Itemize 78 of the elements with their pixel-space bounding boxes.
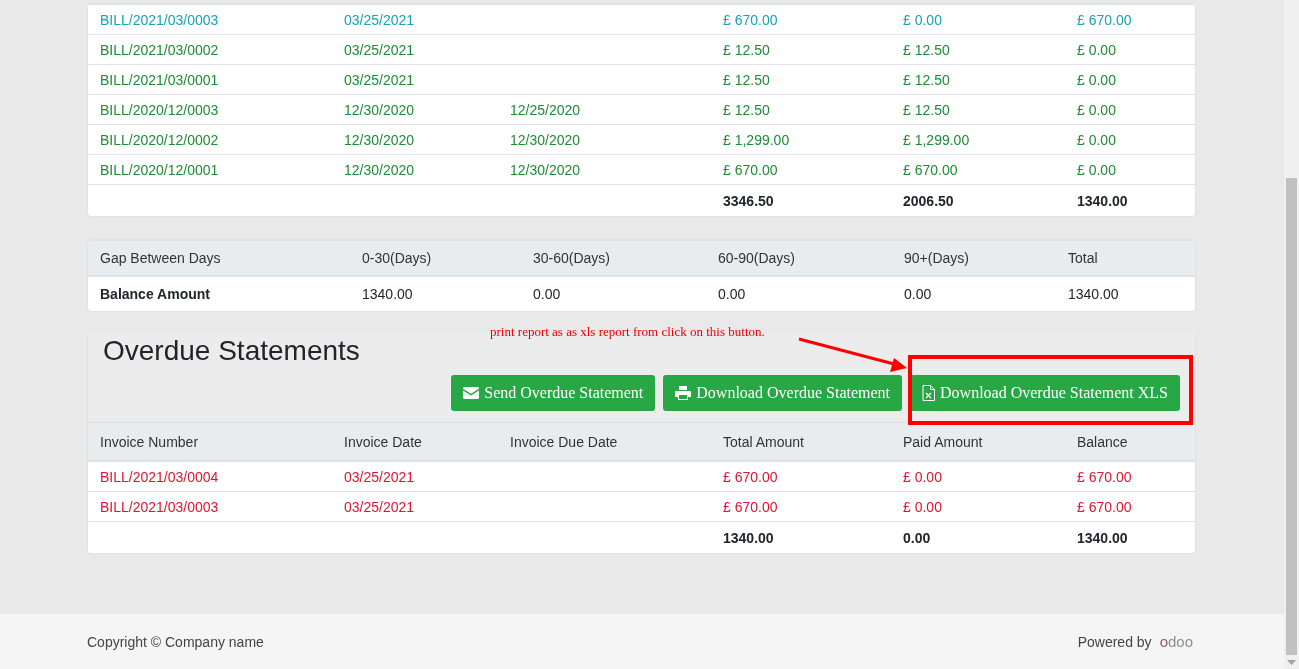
invoice-link[interactable]: BILL/2021/03/0004	[100, 468, 219, 485]
column-header: Total	[1068, 250, 1098, 266]
table-cell: £ 670.00	[723, 161, 778, 178]
xls-file-icon	[922, 385, 936, 401]
table-cell: £ 0.00	[1077, 131, 1116, 148]
column-header: Balance	[1077, 433, 1128, 450]
table-cell: 12/30/2020	[344, 131, 415, 148]
section-title: Overdue Statements	[103, 334, 360, 367]
table-cell: 12/25/2020	[510, 101, 581, 118]
column-header: 60-90(Days)	[718, 250, 796, 266]
invoice-link[interactable]: BILL/2021/03/0003	[100, 498, 219, 515]
table-cell: 1340.00	[1068, 286, 1119, 302]
table-cell: £ 670.00	[903, 161, 958, 178]
download-button[interactable]: Download Overdue Statement	[663, 375, 903, 411]
column-header: Paid Amount	[903, 433, 983, 450]
table-cell: £ 12.50	[723, 101, 770, 118]
odoo-logo[interactable]: odoo	[1159, 633, 1193, 650]
total-cell: 0.00	[903, 529, 931, 546]
table-cell: £ 12.50	[903, 71, 950, 88]
annotation-note: print report as as xls report from click on this button.	[490, 324, 765, 340]
table-cell: 0.00	[904, 286, 932, 302]
table-cell: 12/30/2020	[510, 161, 581, 178]
table-cell: £ 670.00	[1077, 11, 1132, 28]
powered-by-text: Powered by	[1077, 633, 1152, 650]
column-header: Gap Between Days	[100, 250, 221, 266]
table-cell: £ 0.00	[903, 498, 942, 515]
table-cell: £ 670.00	[723, 11, 778, 28]
table-cell: 03/25/2021	[344, 498, 415, 515]
table-cell: 12/30/2020	[510, 131, 581, 148]
printer-icon	[675, 386, 692, 400]
column-header: Total Amount	[723, 433, 804, 450]
table-cell: £ 0.00	[1077, 101, 1116, 118]
table-cell: 0.00	[718, 286, 746, 302]
table-cell: 12/30/2020	[344, 161, 415, 178]
table-cell: £ 0.00	[903, 11, 942, 28]
column-header: Invoice Date	[344, 433, 422, 450]
column-header: 90+(Days)	[904, 250, 969, 266]
table-cell: 03/25/2021	[344, 71, 415, 88]
column-header: Invoice Due Date	[510, 433, 618, 450]
table-cell: £ 670.00	[1077, 498, 1132, 515]
table-cell: £ 12.50	[903, 101, 950, 118]
download-xls-button[interactable]: Download Overdue Statement XLS	[910, 375, 1180, 411]
total-cell: 2006.50	[903, 192, 954, 209]
table-cell: £ 0.00	[903, 468, 942, 485]
table-cell: £ 1,299.00	[903, 131, 970, 148]
table-cell: £ 0.00	[1077, 41, 1116, 58]
row-label: Balance Amount	[100, 286, 210, 302]
invoice-link[interactable]: BILL/2020/12/0003	[100, 101, 219, 118]
table-cell: £ 0.00	[1077, 161, 1116, 178]
invoice-link[interactable]: BILL/2021/03/0003	[100, 11, 219, 28]
total-cell: 1340.00	[1077, 192, 1128, 209]
table-cell: £ 670.00	[723, 498, 778, 515]
table-cell: £ 12.50	[723, 41, 770, 58]
table-cell: £ 670.00	[723, 468, 778, 485]
table-cell: 0.00	[533, 286, 561, 302]
column-header: Invoice Number	[100, 433, 199, 450]
envelope-icon	[463, 387, 480, 399]
table-cell: 03/25/2021	[344, 11, 415, 28]
total-cell: 3346.50	[723, 192, 774, 209]
table-cell: 1340.00	[362, 286, 413, 302]
send-button[interactable]: Send Overdue Statement	[451, 375, 656, 411]
total-cell: 1340.00	[1077, 529, 1128, 546]
table-cell: £ 12.50	[903, 41, 950, 58]
total-cell: 1340.00	[723, 529, 774, 546]
table-cell: £ 1,299.00	[723, 131, 790, 148]
table-cell: £ 0.00	[1077, 71, 1116, 88]
invoice-link[interactable]: BILL/2021/03/0002	[100, 41, 219, 58]
table-cell: £ 670.00	[1077, 468, 1132, 485]
invoice-link[interactable]: BILL/2020/12/0002	[100, 131, 219, 148]
table-cell: 03/25/2021	[344, 41, 415, 58]
column-header: 30-60(Days)	[533, 250, 611, 266]
table-cell: 12/30/2020	[344, 101, 415, 118]
table-cell: 03/25/2021	[344, 468, 415, 485]
copyright-text: Copyright © Company name	[87, 633, 264, 650]
table-cell: £ 12.50	[723, 71, 770, 88]
column-header: 0-30(Days)	[362, 250, 432, 266]
invoice-link[interactable]: BILL/2021/03/0001	[100, 71, 219, 88]
invoice-link[interactable]: BILL/2020/12/0001	[100, 161, 219, 178]
